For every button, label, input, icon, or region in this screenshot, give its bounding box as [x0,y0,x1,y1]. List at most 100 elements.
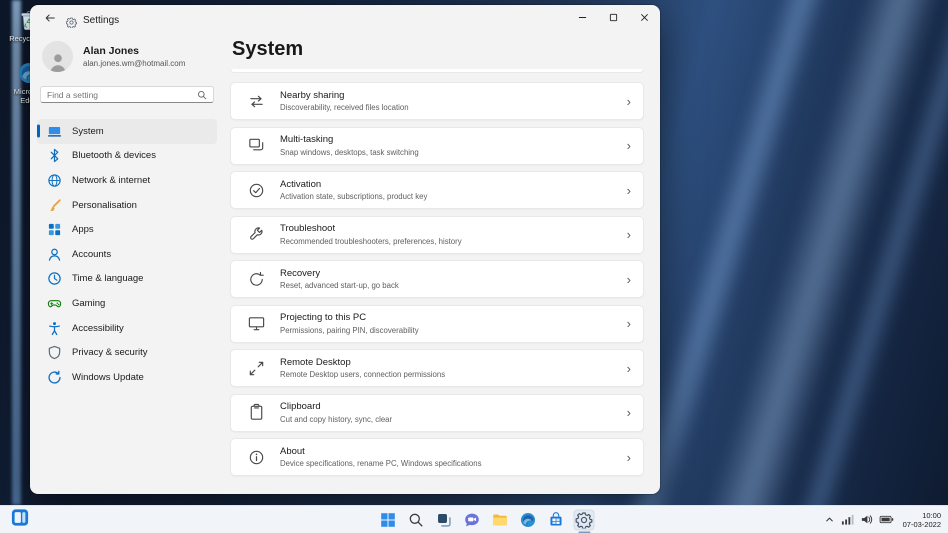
settings-window: Settings Alan Jones alan.jones.wm@hotmai… [30,5,660,494]
sidebar-item-gaming[interactable]: Gaming [37,291,217,316]
sidebar-item-bluetooth-devices[interactable]: Bluetooth & devices [37,144,217,169]
window-body: Alan Jones alan.jones.wm@hotmail.com Sys… [30,35,660,494]
user-profile[interactable]: Alan Jones alan.jones.wm@hotmail.com [30,37,224,86]
time-language-icon [47,271,62,286]
battery-tray-icon[interactable] [879,514,894,525]
sidebar-item-personalisation[interactable]: Personalisation [37,193,217,218]
settings-card-projecting-to-this-pc[interactable]: Projecting to this PC Permissions, pairi… [230,305,644,343]
projecting-icon [247,314,266,333]
chat-taskbar-button[interactable] [462,509,483,530]
widgets-icon [11,508,29,531]
sidebar-item-label: Bluetooth & devices [72,150,156,161]
taskbar-search-icon [408,511,425,528]
bluetooth-icon [47,148,62,163]
card-text: Multi-tasking Snap windows, desktops, ta… [280,134,419,157]
sidebar-nav: System Bluetooth & devices Network & int… [30,119,224,390]
sidebar-item-privacy-security[interactable]: Privacy & security [37,340,217,365]
settings-card-clipboard[interactable]: Clipboard Cut and copy history, sync, cl… [230,394,644,432]
search-icon [197,90,207,100]
file-explorer-taskbar-button[interactable] [490,509,511,530]
settings-card-recovery[interactable]: Recovery Reset, advanced start-up, go ba… [230,260,644,298]
widgets-button[interactable] [10,510,29,529]
window-title: Settings [83,15,119,26]
edge-icon [520,511,537,528]
sidebar-item-accounts[interactable]: Accounts [37,242,217,267]
card-title: Nearby sharing [280,90,409,101]
back-arrow-icon [44,11,56,29]
accounts-icon [47,247,62,262]
window-controls [567,5,660,31]
card-subtitle: Cut and copy history, sync, clear [280,415,392,424]
sidebar-item-label: Privacy & security [72,347,148,358]
chevron-right-icon: › [627,451,631,464]
nearby-sharing-icon [247,92,266,111]
settings-card-multi-tasking[interactable]: Multi-tasking Snap windows, desktops, ta… [230,127,644,165]
settings-card-about[interactable]: About Device specifications, rename PC, … [230,438,644,476]
settings-card-nearby-sharing[interactable]: Nearby sharing Discoverability, received… [230,82,644,120]
sidebar-item-accessibility[interactable]: Accessibility [37,316,217,341]
system-tray: 10:00 07-03-2022 [824,511,941,529]
taskbar-search-taskbar-button[interactable] [406,509,427,530]
active-indicator [37,125,40,138]
maximize-button[interactable] [598,5,629,31]
close-icon [640,9,649,27]
search-input[interactable] [47,90,197,100]
sidebar-item-system[interactable]: System [37,119,217,144]
settings-card-activation[interactable]: Activation Activation state, subscriptio… [230,171,644,209]
card-title: Projecting to this PC [280,312,419,323]
sidebar-item-network-internet[interactable]: Network & internet [37,168,217,193]
edge-taskbar-button[interactable] [518,509,539,530]
personalisation-icon [47,198,62,213]
clock-date: 07-03-2022 [903,520,941,529]
card-title: Multi-tasking [280,134,419,145]
settings-card-troubleshoot[interactable]: Troubleshoot Recommended troubleshooters… [230,216,644,254]
sidebar-item-time-language[interactable]: Time & language [37,267,217,292]
settings-gear-taskbar-button[interactable] [574,509,595,530]
taskbar-clock[interactable]: 10:00 07-03-2022 [903,511,941,529]
back-button[interactable] [36,8,64,32]
chevron-right-icon: › [627,228,631,241]
card-subtitle: Snap windows, desktops, task switching [280,148,419,157]
recovery-icon [247,270,266,289]
volume-tray-icon[interactable] [860,513,873,526]
sidebar-item-label: Apps [72,224,94,235]
network-tray-icon[interactable] [841,513,854,526]
privacy-security-icon [47,345,62,360]
store-taskbar-button[interactable] [546,509,567,530]
profile-text: Alan Jones alan.jones.wm@hotmail.com [83,45,185,68]
settings-card-remote-desktop[interactable]: Remote Desktop Remote Desktop users, con… [230,349,644,387]
network-icon [47,173,62,188]
maximize-icon [609,9,618,27]
sidebar-item-windows-update[interactable]: Windows Update [37,365,217,390]
task-view-taskbar-button[interactable] [434,509,455,530]
sidebar-item-apps[interactable]: Apps [37,217,217,242]
close-button[interactable] [629,5,660,31]
card-subtitle: Remote Desktop users, connection permiss… [280,370,445,379]
user-email: alan.jones.wm@hotmail.com [83,59,185,68]
chevron-right-icon: › [627,184,631,197]
card-subtitle: Device specifications, rename PC, Window… [280,459,482,468]
card-title: Clipboard [280,401,392,412]
partial-card[interactable] [230,69,644,73]
window-titlebar[interactable]: Settings [30,5,660,35]
sidebar-item-label: Personalisation [72,200,137,211]
sidebar-item-label: Time & language [72,273,143,284]
card-text: Remote Desktop Remote Desktop users, con… [280,357,445,380]
clock-time: 10:00 [903,511,941,520]
sidebar-item-label: Gaming [72,298,105,309]
card-title: Activation [280,179,427,190]
system-icon [47,124,62,139]
tray-chevron-icon[interactable] [824,514,835,525]
gaming-icon [47,296,62,311]
sidebar-item-label: Accessibility [72,323,124,334]
troubleshoot-icon [247,225,266,244]
chevron-right-icon: › [627,362,631,375]
start-taskbar-button[interactable] [378,509,399,530]
task-view-icon [436,511,453,528]
multitasking-icon [247,136,266,155]
minimize-icon [578,9,587,27]
card-title: Recovery [280,268,399,279]
minimize-button[interactable] [567,5,598,31]
page-title: System [232,38,644,60]
sidebar: Alan Jones alan.jones.wm@hotmail.com Sys… [30,35,224,494]
